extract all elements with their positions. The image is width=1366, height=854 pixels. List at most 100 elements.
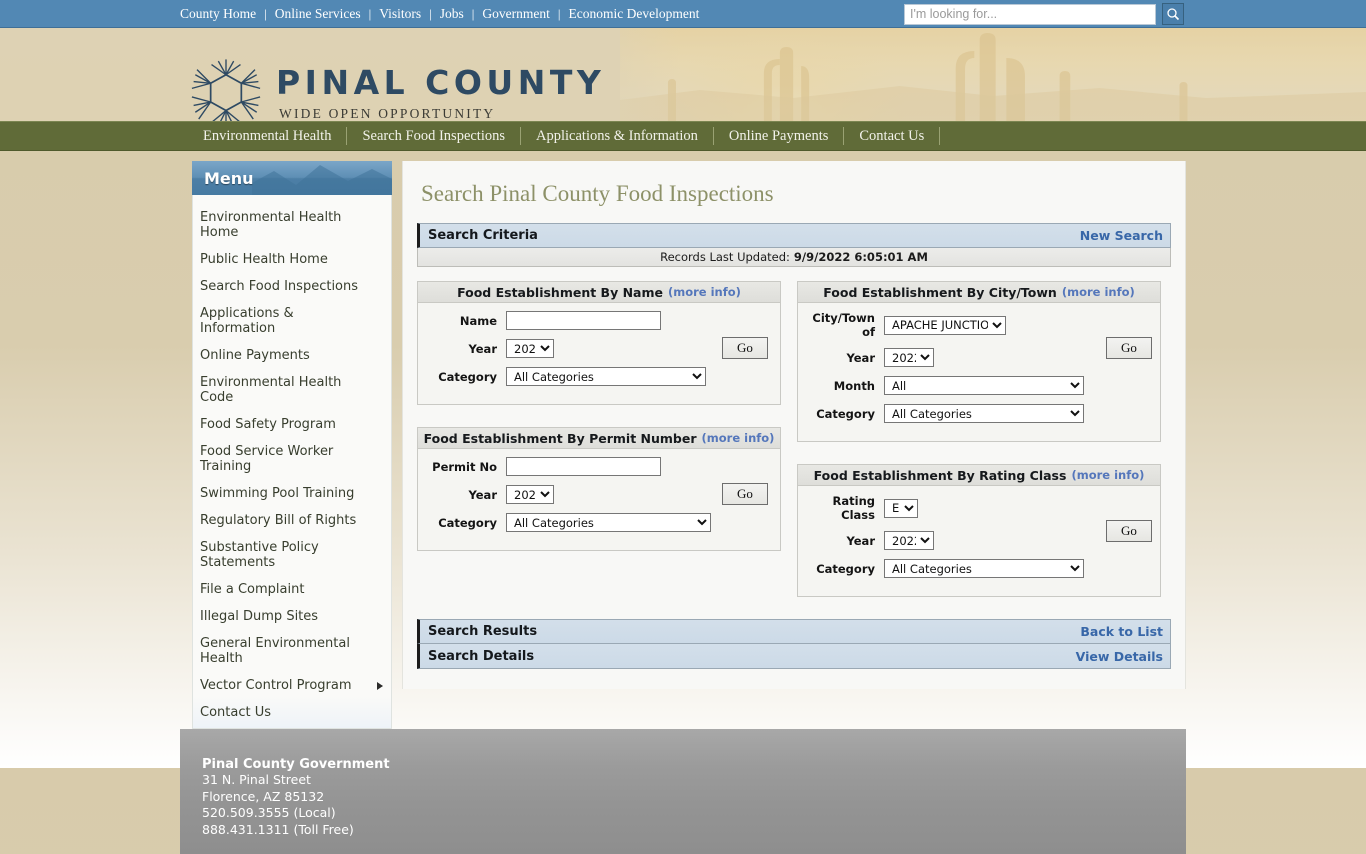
sidebar-item-swimming-pool-training[interactable]: Swimming Pool Training bbox=[193, 480, 391, 507]
top-nav-government[interactable]: Government bbox=[474, 6, 557, 22]
page-title: Search Pinal County Food Inspections bbox=[421, 181, 774, 206]
panel-by-name-title: Food Establishment By Name bbox=[457, 284, 663, 300]
year-select[interactable]: 2022 bbox=[506, 339, 554, 358]
permit-number-input[interactable] bbox=[506, 457, 661, 476]
year-select[interactable]: 2022 bbox=[884, 348, 934, 367]
panel-by-permit-number: Food Establishment By Permit Number (mor… bbox=[417, 427, 781, 551]
panel-by-city-title: Food Establishment By City/Town bbox=[823, 284, 1057, 300]
year-select[interactable]: 2022 bbox=[506, 485, 554, 504]
city-field-label: City/Town of bbox=[812, 311, 875, 339]
rating-class-select[interactable]: E bbox=[884, 498, 918, 518]
go-button-by-permit[interactable]: Go bbox=[722, 483, 768, 505]
site-logo[interactable]: PINAL COUNTY WIDE OPEN OPPORTUNITY bbox=[182, 56, 605, 121]
sidebar-item-applications-information[interactable]: Applications & Information bbox=[193, 300, 391, 342]
site-search bbox=[904, 3, 1184, 25]
category-select[interactable]: All Categories bbox=[884, 559, 1084, 578]
primary-nav: Environmental Health Search Food Inspect… bbox=[0, 121, 1366, 151]
sidebar-item-contact-us[interactable]: Contact Us bbox=[193, 699, 391, 726]
name-input[interactable] bbox=[506, 311, 661, 330]
sidebar: Menu Environmental Health Home Public He… bbox=[192, 161, 392, 729]
desert-sunset-image bbox=[620, 28, 1366, 121]
sidebar-menu-list: Environmental Health Home Public Health … bbox=[192, 195, 392, 729]
search-results-bar: Search Results Back to List bbox=[417, 619, 1171, 644]
more-info-link[interactable]: (more info) bbox=[668, 285, 741, 299]
sidebar-item-label: Online Payments bbox=[200, 348, 310, 363]
sidebar-item-search-food-inspections[interactable]: Search Food Inspections bbox=[193, 273, 391, 300]
pinal-county-sunburst-logo bbox=[191, 59, 261, 121]
search-input[interactable] bbox=[904, 3, 1156, 25]
top-nav-jobs[interactable]: Jobs bbox=[432, 6, 472, 22]
city-town-select[interactable]: APACHE JUNCTION bbox=[884, 315, 1006, 335]
records-last-updated-bar: Records Last Updated: 9/9/2022 6:05:01 A… bbox=[417, 248, 1171, 267]
nav-search-food-inspections[interactable]: Search Food Inspections bbox=[347, 127, 520, 145]
month-select[interactable]: All bbox=[884, 376, 1084, 395]
nav-contact-us[interactable]: Contact Us bbox=[844, 127, 939, 145]
category-select[interactable]: All Categories bbox=[884, 404, 1084, 423]
cactus-silhouettes bbox=[620, 33, 1366, 121]
sidebar-item-regulatory-bill-of-rights[interactable]: Regulatory Bill of Rights bbox=[193, 507, 391, 534]
go-button-by-name[interactable]: Go bbox=[722, 337, 768, 359]
search-details-bar: Search Details View Details bbox=[417, 644, 1171, 669]
sidebar-item-food-service-worker-training[interactable]: Food Service Worker Training bbox=[193, 438, 391, 480]
go-button-by-rating[interactable]: Go bbox=[1106, 520, 1152, 542]
search-details-label: Search Details bbox=[428, 648, 535, 664]
sidebar-item-public-health-home[interactable]: Public Health Home bbox=[193, 246, 391, 273]
sidebar-item-label: Contact Us bbox=[200, 705, 271, 720]
sidebar-header: Menu bbox=[192, 161, 392, 195]
site-banner: PINAL COUNTY WIDE OPEN OPPORTUNITY bbox=[0, 28, 1366, 121]
category-select[interactable]: All Categories bbox=[506, 513, 711, 532]
sidebar-item-label: Illegal Dump Sites bbox=[200, 609, 319, 624]
sidebar-item-label: Search Food Inspections bbox=[200, 279, 359, 294]
year-select[interactable]: 2022 bbox=[884, 531, 934, 550]
top-nav-links: County Home | Online Services | Visitors… bbox=[180, 0, 707, 27]
more-info-link[interactable]: (more info) bbox=[1062, 285, 1135, 299]
search-submit-button[interactable] bbox=[1162, 3, 1184, 25]
more-info-link[interactable]: (more info) bbox=[702, 431, 775, 445]
year-field-label: Year bbox=[468, 487, 497, 502]
panel-by-rating-body: Rating Class E Year 2022 Category All Ca… bbox=[798, 486, 1160, 596]
sidebar-item-label: Environmental Health Home bbox=[200, 210, 342, 240]
top-nav-visitors[interactable]: Visitors bbox=[371, 6, 429, 22]
more-info-link[interactable]: (more info) bbox=[1071, 468, 1144, 482]
category-select[interactable]: All Categories bbox=[506, 367, 706, 386]
search-results-label: Search Results bbox=[428, 624, 538, 639]
panel-by-name: Food Establishment By Name (more info) N… bbox=[417, 281, 781, 405]
search-criteria-bar: Search Criteria New Search bbox=[417, 223, 1171, 248]
top-nav-online-services[interactable]: Online Services bbox=[267, 6, 369, 22]
top-nav-economic-development[interactable]: Economic Development bbox=[560, 6, 707, 22]
sidebar-item-substantive-policy-statements[interactable]: Substantive Policy Statements bbox=[193, 534, 391, 576]
sidebar-item-general-environmental-health[interactable]: General Environmental Health bbox=[193, 630, 391, 672]
panel-by-city-body: City/Town of APACHE JUNCTION Year 2022 M… bbox=[798, 303, 1160, 441]
sidebar-item-label: Public Health Home bbox=[200, 252, 328, 267]
panel-by-city-town: Food Establishment By City/Town (more in… bbox=[797, 281, 1161, 442]
new-search-link[interactable]: New Search bbox=[1080, 228, 1163, 243]
panel-by-rating-title: Food Establishment By Rating Class bbox=[813, 467, 1067, 483]
sidebar-item-label: Applications & Information bbox=[200, 306, 294, 336]
go-button-by-city[interactable]: Go bbox=[1106, 337, 1152, 359]
sidebar-item-food-safety-program[interactable]: Food Safety Program bbox=[193, 411, 391, 438]
footer-org-name: Pinal County Government bbox=[202, 757, 390, 772]
sidebar-header-label: Menu bbox=[204, 168, 254, 188]
back-to-list-link[interactable]: Back to List bbox=[1080, 624, 1163, 639]
sidebar-item-environmental-health-home[interactable]: Environmental Health Home bbox=[193, 204, 391, 246]
nav-environmental-health[interactable]: Environmental Health bbox=[188, 127, 346, 145]
sidebar-item-file-a-complaint[interactable]: File a Complaint bbox=[193, 576, 391, 603]
sidebar-item-online-payments[interactable]: Online Payments bbox=[193, 342, 391, 369]
chevron-right-icon bbox=[377, 681, 383, 690]
sidebar-item-environmental-health-code[interactable]: Environmental Health Code bbox=[193, 369, 391, 411]
sidebar-item-vector-control-program[interactable]: Vector Control Program bbox=[193, 672, 391, 699]
search-panels-right-column: Food Establishment By City/Town (more in… bbox=[797, 281, 1161, 597]
sidebar-item-label: General Environmental Health bbox=[200, 636, 350, 666]
sidebar-item-illegal-dump-sites[interactable]: Illegal Dump Sites bbox=[193, 603, 391, 630]
nav-applications-information[interactable]: Applications & Information bbox=[521, 127, 713, 145]
mountain-silhouette-icon bbox=[252, 165, 392, 195]
view-details-link[interactable]: View Details bbox=[1076, 649, 1163, 664]
category-field-label: Category bbox=[816, 406, 875, 421]
top-nav-county-home[interactable]: County Home bbox=[180, 6, 264, 22]
nav-online-payments[interactable]: Online Payments bbox=[714, 127, 843, 145]
site-footer: Pinal County Government 31 N. Pinal Stre… bbox=[180, 729, 1186, 854]
panel-by-rating-class: Food Establishment By Rating Class (more… bbox=[797, 464, 1161, 597]
panel-by-name-header: Food Establishment By Name (more info) bbox=[418, 282, 780, 303]
top-utility-bar: County Home | Online Services | Visitors… bbox=[0, 0, 1366, 28]
records-updated-value: 9/9/2022 6:05:01 AM bbox=[793, 250, 928, 264]
